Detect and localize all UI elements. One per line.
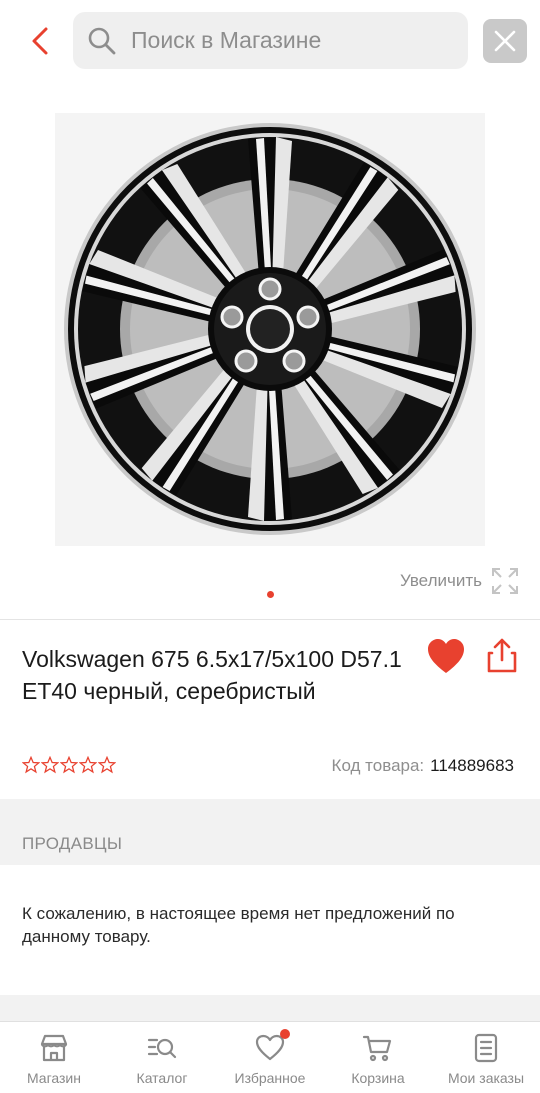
chevron-left-icon xyxy=(32,27,48,55)
product-code-value: 114889683 xyxy=(430,756,514,775)
top-bar xyxy=(0,0,540,82)
search-icon xyxy=(88,27,116,54)
product-image[interactable] xyxy=(55,113,485,546)
search-input[interactable] xyxy=(131,27,431,54)
nav-store-label: Магазин xyxy=(26,1070,81,1086)
favorite-button[interactable] xyxy=(426,638,466,676)
zoom-button[interactable]: Увеличить xyxy=(400,566,520,596)
no-offers-message: К сожалению, в настоящее время нет предл… xyxy=(22,904,455,946)
product-page: Увеличить Volkswagen 675 6.5x17/5x100 D5… xyxy=(0,0,540,1093)
sellers-section-header xyxy=(0,799,540,865)
share-icon xyxy=(487,638,517,673)
nav-orders-label: Мои заказы xyxy=(447,1070,525,1086)
section-spacer xyxy=(0,995,540,1021)
star-outline-icon xyxy=(98,756,116,774)
star-outline-icon xyxy=(60,756,78,774)
close-button[interactable] xyxy=(483,19,527,63)
nav-cart[interactable]: Корзина xyxy=(324,1022,432,1093)
share-button[interactable] xyxy=(484,637,520,675)
nav-catalog[interactable]: Каталог xyxy=(108,1022,216,1093)
product-code: Код товара: 114889683 xyxy=(332,756,514,776)
nav-cart-label: Корзина xyxy=(351,1070,405,1086)
heart-filled-icon xyxy=(428,639,464,673)
store-icon xyxy=(40,1034,68,1062)
expand-icon xyxy=(492,568,518,594)
close-icon xyxy=(494,30,516,52)
nav-orders[interactable]: Мои заказы xyxy=(432,1022,540,1093)
bottom-navigation: Магазин Каталог Избранное Корзина Мои за… xyxy=(0,1021,540,1093)
nav-favorites[interactable]: Избранное xyxy=(216,1022,324,1093)
zoom-label: Увеличить xyxy=(400,571,482,590)
nav-store[interactable]: Магазин xyxy=(0,1022,108,1093)
orders-icon xyxy=(474,1033,498,1063)
star-outline-icon xyxy=(79,756,97,774)
favorites-badge xyxy=(280,1029,290,1039)
divider xyxy=(0,619,540,620)
rating-stars[interactable] xyxy=(22,756,116,774)
product-title: Volkswagen 675 6.5x17/5x100 D57.1 ET40 ч… xyxy=(22,646,402,704)
nav-favorites-label: Избранное xyxy=(234,1070,306,1086)
cart-icon xyxy=(362,1035,392,1062)
back-button[interactable] xyxy=(22,22,58,60)
nav-catalog-label: Каталог xyxy=(136,1070,188,1086)
catalog-search-icon xyxy=(147,1038,177,1059)
product-code-label: Код товара: xyxy=(331,756,425,775)
star-outline-icon xyxy=(41,756,59,774)
gallery-page-indicator xyxy=(267,591,274,598)
wheel-image xyxy=(55,113,485,546)
sellers-title: ПРОДАВЦЫ xyxy=(22,834,123,853)
search-bar[interactable] xyxy=(73,12,468,69)
star-outline-icon xyxy=(22,756,40,774)
